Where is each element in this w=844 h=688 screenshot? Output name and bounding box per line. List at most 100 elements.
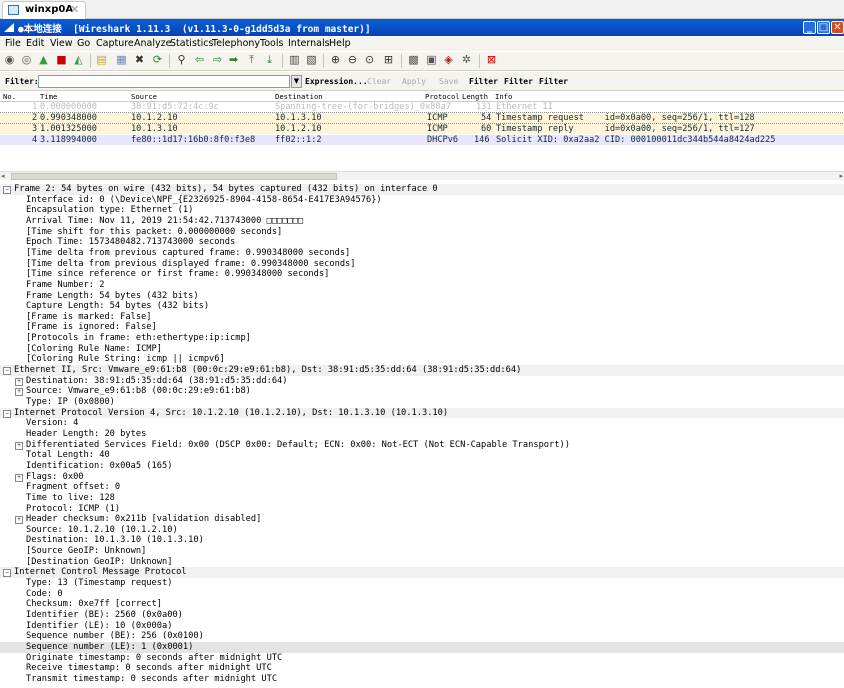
- resize-columns-icon[interactable]: ⊞: [383, 54, 394, 65]
- scroll-left-icon[interactable]: ◂: [1, 172, 5, 180]
- close-file-icon[interactable]: ✖: [134, 54, 145, 65]
- display-filters-icon[interactable]: ▣: [426, 54, 437, 65]
- detail-line[interactable]: Frame Number: 2: [0, 280, 844, 291]
- column-header-source[interactable]: Source: [131, 92, 157, 101]
- go-to-packet-icon[interactable]: ➡: [228, 54, 239, 65]
- expand-icon[interactable]: +: [15, 377, 23, 386]
- detail-line[interactable]: [Frame is marked: False]: [0, 312, 844, 323]
- display-filter-input[interactable]: [38, 75, 290, 88]
- collapse-icon[interactable]: −: [3, 409, 11, 418]
- detail-line[interactable]: Identification: 0x00a5 (165): [0, 461, 844, 472]
- menu-view[interactable]: View: [50, 38, 73, 49]
- zoom-normal-icon[interactable]: ⊙: [364, 54, 375, 65]
- detail-line[interactable]: [Frame is ignored: False]: [0, 322, 844, 333]
- detail-line[interactable]: + Destination: 38:91:d5:35:dd:64 (38:91:d…: [0, 376, 844, 387]
- first-packet-icon[interactable]: ⤒: [246, 54, 257, 65]
- column-header-length[interactable]: Length: [462, 92, 488, 101]
- help-icon[interactable]: ⊠: [486, 54, 497, 65]
- detail-section-header[interactable]: − Ethernet II, Src: Vmware_e9:61:b8 (00:0…: [0, 365, 844, 376]
- preferences-icon[interactable]: ✲: [461, 54, 472, 65]
- menu-statistics[interactable]: Statistics: [170, 38, 213, 49]
- zoom-out-icon[interactable]: ⊖: [347, 54, 358, 65]
- packet-row[interactable]: 3 1.001325000 10.1.3.10 10.1.2.10 ICMP 6…: [0, 124, 844, 134]
- packet-list-horizontal-scrollbar[interactable]: ◂ ▸: [0, 171, 844, 180]
- scroll-right-icon[interactable]: ▸: [839, 172, 843, 180]
- reload-icon[interactable]: ⟳: [152, 54, 163, 65]
- capture-filters-icon[interactable]: ▩: [408, 54, 419, 65]
- detail-line[interactable]: [Coloring Rule Name: ICMP]: [0, 344, 844, 355]
- detail-line[interactable]: Checksum: 0xe7ff [correct]: [0, 599, 844, 610]
- filter-button-3[interactable]: Filter: [539, 77, 568, 86]
- detail-line[interactable]: [Source GeoIP: Unknown]: [0, 546, 844, 557]
- menu-file[interactable]: File: [5, 38, 21, 49]
- go-forward-icon[interactable]: ⇨: [212, 54, 223, 65]
- menu-internals[interactable]: Internals: [288, 38, 330, 49]
- detail-line[interactable]: Type: 13 (Timestamp request): [0, 578, 844, 589]
- menu-help[interactable]: Help: [329, 38, 351, 49]
- detail-line[interactable]: Header Length: 20 bytes: [0, 429, 844, 440]
- filter-button-1[interactable]: Filter: [469, 77, 498, 86]
- detail-line[interactable]: Sequence number (LE): 1 (0x0001): [0, 641, 844, 653]
- go-back-icon[interactable]: ⇦: [194, 54, 205, 65]
- detail-line[interactable]: Source: 10.1.2.10 (10.1.2.10): [0, 525, 844, 536]
- detail-line[interactable]: + Header checksum: 0x211b [validation dis…: [0, 514, 844, 525]
- detail-section-header[interactable]: − Internet Control Message Protocol: [0, 567, 844, 578]
- expand-icon[interactable]: +: [15, 473, 23, 482]
- packet-row[interactable]: 4 3.118994000 fe80::1d17:16b0:8f0:f3e8 f…: [0, 135, 844, 145]
- expression-button[interactable]: Expression...: [305, 77, 368, 86]
- detail-line[interactable]: Interface id: 0 (\Device\NPF_{E2326925-8…: [0, 195, 844, 206]
- detail-line[interactable]: Originate timestamp: 0 seconds after mid…: [0, 653, 844, 664]
- column-header-no[interactable]: No.: [3, 92, 16, 101]
- column-header-time[interactable]: Time: [40, 92, 57, 101]
- detail-line[interactable]: + Source: Vmware_e9:61:b8 (00:0c:29:e9:61…: [0, 386, 844, 397]
- expand-icon[interactable]: +: [15, 516, 23, 525]
- detail-section-header[interactable]: − Internet Protocol Version 4, Src: 10.1.…: [0, 407, 844, 419]
- filter-dropdown-icon[interactable]: ▼: [291, 75, 302, 88]
- detail-line[interactable]: Total Length: 40: [0, 450, 844, 461]
- detail-line[interactable]: Receive timestamp: 0 seconds after midni…: [0, 663, 844, 674]
- start-capture-icon[interactable]: ▲: [38, 54, 49, 65]
- open-file-icon[interactable]: ▤: [96, 54, 107, 65]
- detail-line[interactable]: Frame Length: 54 bytes (432 bits): [0, 291, 844, 302]
- save-filter-button[interactable]: Save: [439, 77, 458, 86]
- packet-row[interactable]: 2 0.990348000 10.1.2.10 10.1.3.10 ICMP 5…: [0, 112, 844, 124]
- detail-line[interactable]: Type: IP (0x0800): [0, 397, 844, 408]
- detail-line[interactable]: Destination: 10.1.3.10 (10.1.3.10): [0, 535, 844, 546]
- menu-go[interactable]: Go: [77, 38, 90, 49]
- detail-line[interactable]: [Time delta from previous displayed fram…: [0, 259, 844, 270]
- collapse-icon[interactable]: −: [3, 569, 11, 578]
- detail-line[interactable]: Epoch Time: 1573480482.713743000 seconds: [0, 237, 844, 248]
- minimize-button[interactable]: _: [803, 21, 816, 34]
- detail-line[interactable]: Code: 0: [0, 589, 844, 600]
- detail-line[interactable]: [Coloring Rule String: icmp || icmpv6]: [0, 354, 844, 365]
- maximize-button[interactable]: □: [817, 21, 830, 34]
- collapse-icon[interactable]: −: [3, 186, 11, 194]
- detail-line[interactable]: + Flags: 0x00: [0, 472, 844, 483]
- menu-analyze[interactable]: Analyze: [134, 38, 171, 49]
- zoom-in-icon[interactable]: ⊕: [330, 54, 341, 65]
- colorize-icon[interactable]: ▥: [289, 54, 300, 65]
- save-file-icon[interactable]: ▦: [116, 54, 127, 65]
- detail-line[interactable]: Identifier (LE): 10 (0x000a): [0, 621, 844, 632]
- host-tab-winxp0a[interactable]: winxp0A ✕: [2, 1, 86, 19]
- detail-line[interactable]: Encapsulation type: Ethernet (1): [0, 205, 844, 216]
- detail-line[interactable]: Capture Length: 54 bytes (432 bits): [0, 301, 844, 312]
- menu-telephony[interactable]: Telephony: [212, 38, 260, 49]
- coloring-rules-icon[interactable]: ◈: [443, 54, 454, 65]
- clear-button[interactable]: Clear: [367, 77, 391, 86]
- expand-icon[interactable]: +: [15, 388, 23, 397]
- column-header-info[interactable]: Info: [495, 92, 512, 101]
- detail-line[interactable]: Fragment offset: 0: [0, 482, 844, 493]
- options-icon[interactable]: ◎: [21, 54, 32, 65]
- detail-line[interactable]: Arrival Time: Nov 11, 2019 21:54:42.7137…: [0, 216, 844, 227]
- apply-button[interactable]: Apply: [402, 77, 426, 86]
- interfaces-icon[interactable]: ◉: [4, 54, 15, 65]
- close-window-button[interactable]: ✕: [831, 21, 844, 34]
- detail-section-header[interactable]: − Frame 2: 54 bytes on wire (432 bits), 5…: [0, 184, 844, 195]
- menu-tools[interactable]: Tools: [260, 38, 283, 49]
- menu-capture[interactable]: Capture: [96, 38, 134, 49]
- detail-line[interactable]: [Protocols in frame: eth:ethertype:ip:ic…: [0, 333, 844, 344]
- detail-line[interactable]: Sequence number (BE): 256 (0x0100): [0, 631, 844, 642]
- detail-line[interactable]: [Time since reference or first frame: 0.…: [0, 269, 844, 280]
- detail-line[interactable]: Transmit timestamp: 0 seconds after midn…: [0, 674, 844, 685]
